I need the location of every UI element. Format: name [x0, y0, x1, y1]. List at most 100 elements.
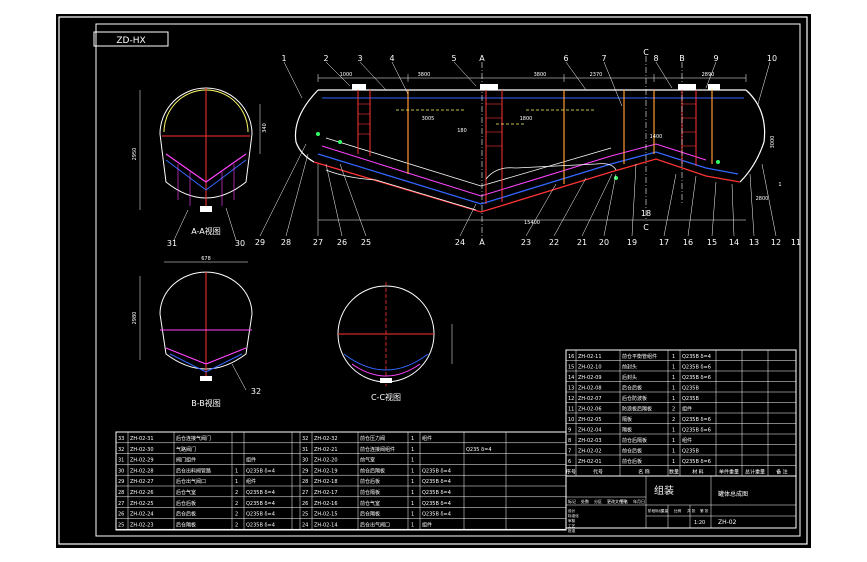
left-table-cell: 29 [118, 479, 124, 485]
right-table-cell-qty: 1 [672, 365, 675, 371]
right-table-header-cell: 代号 [593, 469, 603, 476]
left-table-cell: 前仓后板 [360, 478, 380, 485]
callout-bottom-24: 24 [455, 238, 465, 247]
left-table-cell: ZH-02-27 [130, 479, 154, 485]
dim-1: 1 [778, 182, 781, 188]
left-table-cell: 26 [302, 501, 308, 507]
title-block-label: 处数 [581, 498, 589, 504]
left-table-cell: ZH-02-19 [314, 468, 338, 474]
right-table-cell-material: Q235B δ=4 [682, 354, 711, 360]
left-table-cell: 1 [235, 479, 238, 485]
right-table-cell-qty: 1 [672, 438, 675, 444]
dim-2370: 2370 [590, 72, 603, 78]
left-table-cell: Q235B δ=4 [422, 490, 451, 496]
cad-drawing: ZD-HX 1 2 3 4 5 A 6 7 C 8 B 9 10 29 28 2… [58, 16, 808, 545]
right-table-header-cell: 总计重量 [745, 469, 765, 476]
left-table-cell: 31 [302, 447, 308, 453]
left-table-cell: Q235B δ=4 [422, 468, 451, 474]
right-table-cell-code: ZH-02-05 [578, 417, 602, 423]
left-table-cell: ZH-02-25 [130, 501, 154, 507]
callout-bottom-20: 20 [599, 238, 609, 247]
right-table-cell-material: Q235B δ=6 [682, 375, 711, 381]
right-table-cell-material: Q235B δ=6 [682, 365, 711, 371]
dim-15400: 15400 [524, 220, 540, 226]
title-block-label: 审核 [568, 518, 576, 523]
left-table-cell: 28 [302, 479, 308, 485]
right-table-cell-code: ZH-02-06 [578, 407, 602, 413]
callout-top-6: 6 [563, 54, 568, 63]
left-table-cell: Q235B δ=4 [246, 501, 275, 507]
left-table-cell: 组件 [422, 521, 432, 528]
left-table-cell: ZH-02-14 [314, 522, 338, 528]
right-table-cell-name: 后仓防波板 [622, 395, 647, 402]
left-table-cell: 25 [118, 522, 124, 528]
left-table-cell: 前仓连接阀组件 [360, 446, 395, 453]
right-table-cell-no: 10 [568, 417, 574, 423]
left-table-cell: Q235B δ=4 [246, 490, 275, 496]
cad-drawing-canvas[interactable]: ZD-HX 1 2 3 4 5 A 6 7 C 8 B 9 10 29 28 2… [56, 14, 811, 548]
left-table-cell: 组件 [246, 457, 256, 464]
left-table-cell: ZH-02-23 [130, 522, 154, 528]
title-block-drawing: 罐体总成图 [718, 490, 748, 498]
left-table-cell: ZH-02-30 [130, 447, 154, 453]
left-table-cell: 30 [118, 468, 124, 474]
title-block-label: 年月日 [633, 498, 645, 504]
left-table-cell: 后仓隔板 [176, 521, 196, 528]
dim-2890: 2890 [702, 72, 715, 78]
right-table-cell-code: ZH-02-03 [578, 438, 602, 444]
right-table-cell-qty: 1 [672, 354, 675, 360]
right-table-cell-material: 组件 [682, 406, 692, 413]
right-table-cell-material: Q235B δ=6 [682, 459, 711, 465]
left-table-cell: ZH-02-20 [314, 458, 338, 464]
right-table-cell-name: 前仓后隔板 [622, 437, 647, 444]
right-table-header-cell: 序号 [566, 469, 576, 476]
tank-elevation [294, 56, 766, 240]
right-table-cell-no: 6 [568, 459, 571, 465]
left-table-cell: 32 [302, 436, 308, 442]
title-block-scale: 1:20 [694, 520, 705, 526]
left-table-cell: 26 [118, 512, 124, 518]
left-table-cell: ZH-02-29 [130, 458, 154, 464]
right-table-cell-qty: 2 [672, 417, 675, 423]
dim-1000: 1000 [340, 72, 353, 78]
section-mark-c-top: C [643, 48, 649, 57]
left-table-cell: 28 [118, 490, 124, 496]
left-table-cell: 组件 [422, 435, 432, 442]
aa-height-dim: 2950 [132, 148, 138, 161]
callout-top-5: 5 [451, 54, 456, 63]
left-table-cell: 2 [235, 512, 238, 518]
right-table-cell-name: 前仓后板 [622, 448, 642, 455]
view-cc-label: C-C视图 [371, 392, 401, 402]
left-table-cell: 1 [411, 479, 414, 485]
dim-3800-a: 3800 [418, 72, 431, 78]
left-table-cell: 1 [411, 512, 414, 518]
left-table-cell: 27 [118, 501, 124, 507]
callout-bottom-22: 22 [549, 238, 559, 247]
left-table-cell: 31 [118, 458, 124, 464]
right-table-cell-material: Q235B [682, 386, 699, 392]
dim-3005: 3005 [422, 116, 435, 122]
callout-bottom-28: 28 [281, 238, 291, 247]
right-table-cell-material: Q235B δ=6 [682, 417, 711, 423]
right-table-header-cell: 数量 [669, 469, 679, 476]
left-table-cell: 1 [411, 522, 414, 528]
right-table-cell-qty: 1 [672, 396, 675, 402]
left-table-cell: 33 [118, 436, 124, 442]
right-table-cell-code: ZH-02-02 [578, 449, 602, 455]
left-table-cell: 前仓隔板 [360, 489, 380, 496]
left-table-cell: 前仓压力阀 [360, 435, 385, 442]
left-table-cell: ZH-02-32 [314, 436, 338, 442]
left-table-cell: ZH-02-26 [130, 490, 154, 496]
left-table-cell: 24 [302, 522, 308, 528]
right-table-cell-no: 8 [568, 438, 571, 444]
left-table-cell: Q235 δ=4 [466, 447, 492, 453]
dim-1800: 1800 [520, 116, 533, 122]
aa-callout-30: 30 [235, 239, 245, 248]
callouts-top: 1 2 3 4 5 A 6 7 C 8 B 9 10 [281, 48, 777, 63]
dimensions: 1000 3800 3800 2370 2890 3005 180 1800 1… [340, 72, 782, 226]
right-table-cell-code: ZH-02-04 [578, 428, 602, 434]
dim-3800-b: 3800 [534, 72, 547, 78]
title-block-number: ZH-02 [718, 519, 737, 526]
view-aa-label: A-A视图 [191, 226, 220, 236]
right-table-cell-qty: 1 [672, 449, 675, 455]
